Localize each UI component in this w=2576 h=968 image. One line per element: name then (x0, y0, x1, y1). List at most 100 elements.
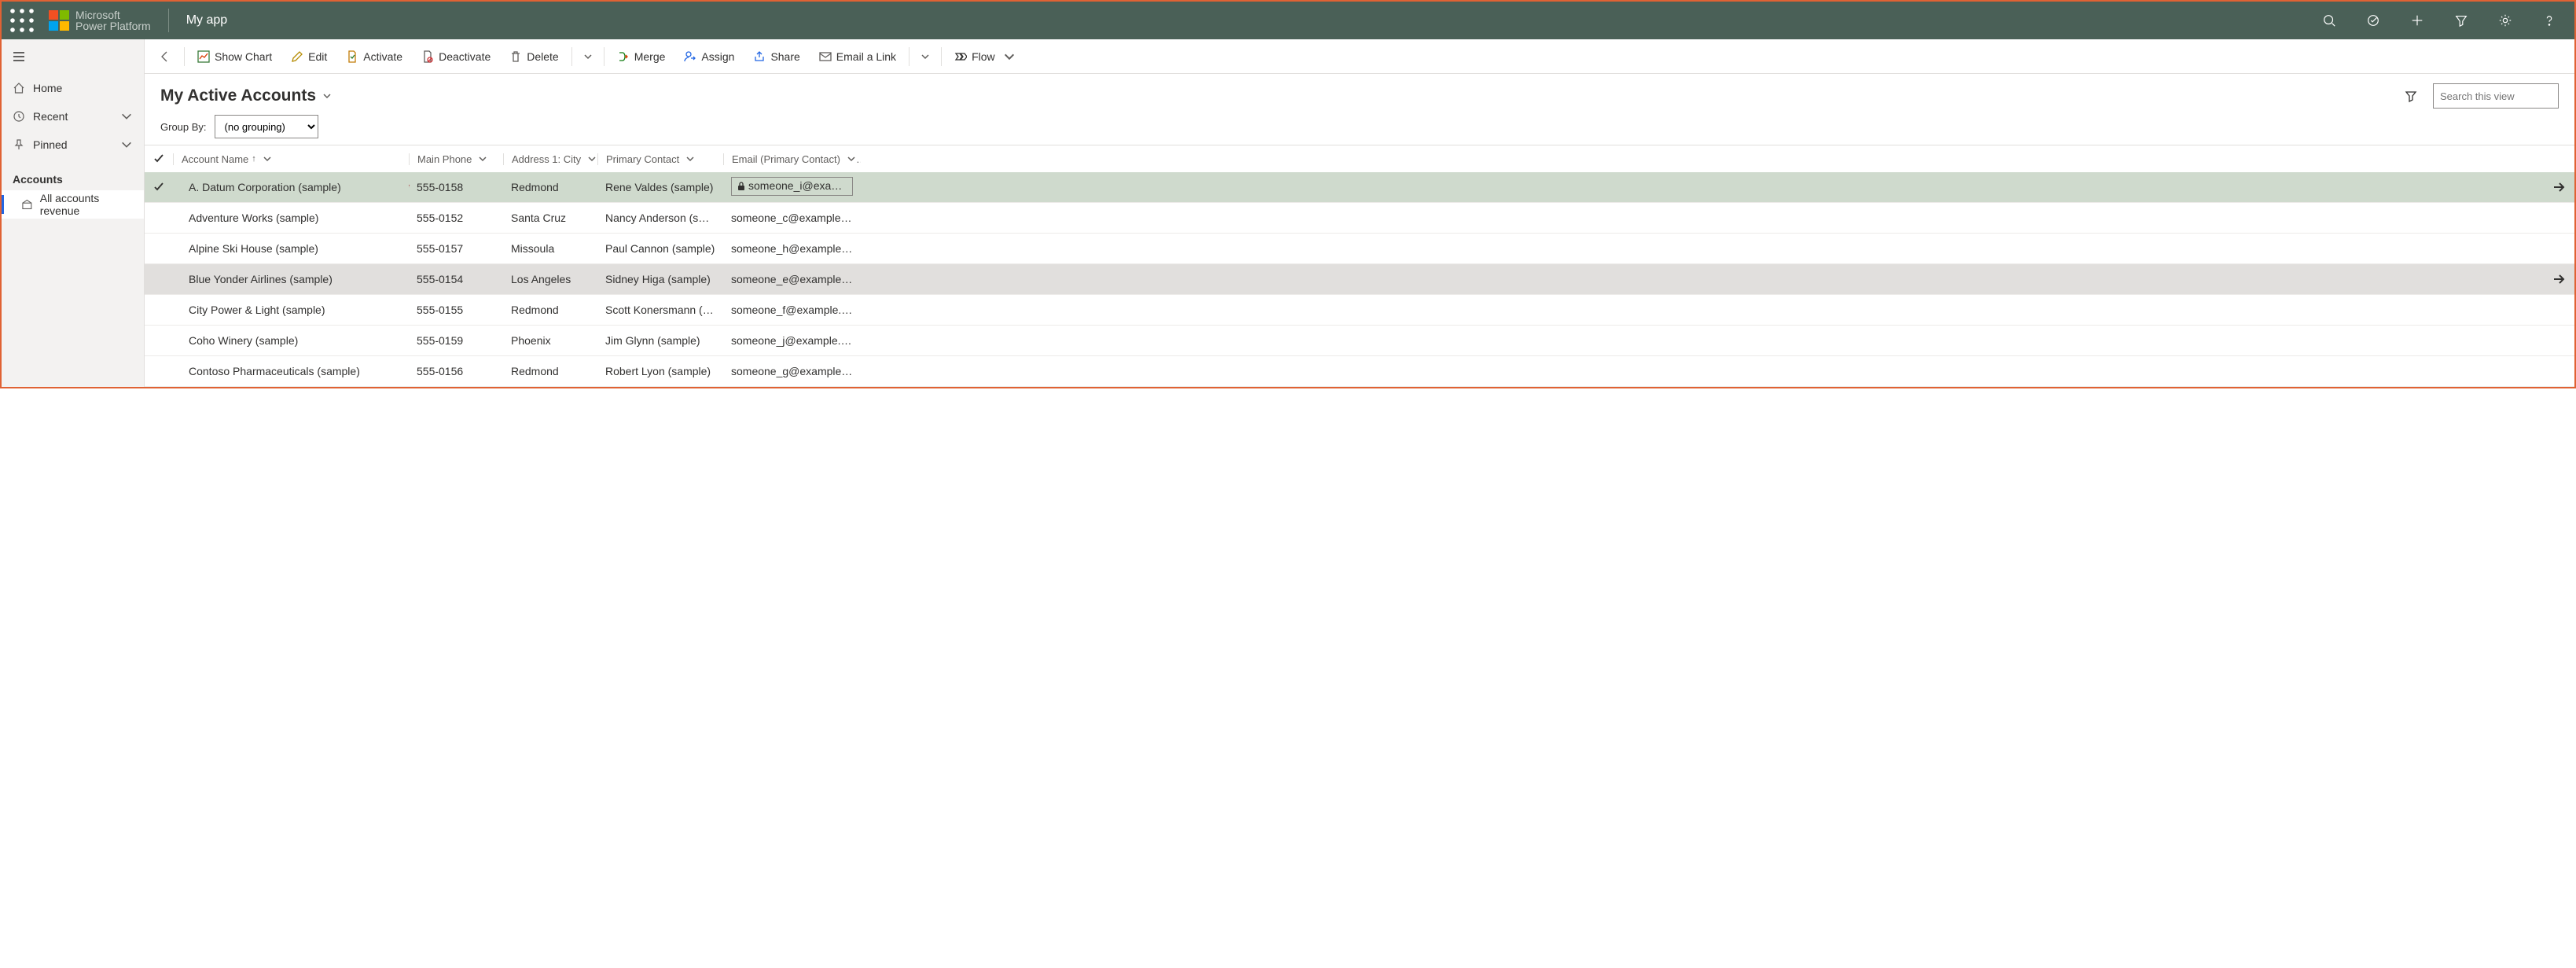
cell-name[interactable]: City Power & Light (sample) (173, 304, 409, 316)
activate-button[interactable]: Activate (338, 42, 410, 71)
share-button[interactable]: Share (745, 42, 807, 71)
grid-header-row: Account Name ↑ Main Phone Address 1: Cit… (145, 145, 2574, 172)
back-button[interactable] (151, 42, 179, 71)
sidebar-item-label: Recent (33, 110, 68, 123)
clock-icon (13, 110, 25, 123)
sidebar-group-label: Accounts (2, 159, 144, 190)
data-grid: Account Name ↑ Main Phone Address 1: Cit… (145, 145, 2574, 387)
cell-name[interactable]: A. Datum Corporation (sample) (173, 181, 409, 193)
pin-icon (13, 138, 25, 151)
chevron-down-icon (120, 138, 133, 151)
edit-button[interactable]: Edit (283, 42, 335, 71)
sidebar-item-recent[interactable]: Recent (2, 102, 144, 131)
edit-icon (291, 50, 303, 63)
chevron-down-icon (847, 154, 856, 164)
sidebar-toggle[interactable] (2, 39, 144, 74)
filter-icon[interactable] (2444, 3, 2479, 38)
cell-city: Santa Cruz (503, 212, 597, 224)
open-record-arrow[interactable] (2543, 180, 2574, 194)
view-title-text: My Active Accounts (160, 86, 316, 105)
chevron-down-icon (685, 154, 695, 164)
cell-email: someone_g@example.… (731, 365, 855, 377)
delete-menu-caret[interactable] (577, 52, 599, 61)
group-by-label: Group By: (160, 121, 207, 133)
chart-icon (197, 50, 210, 63)
command-label: Merge (634, 50, 666, 63)
email-icon (819, 50, 832, 63)
open-record-arrow[interactable] (2543, 272, 2574, 286)
required-icon: * (409, 181, 410, 193)
cell-email[interactable]: someone_i@examp… (731, 177, 853, 196)
cell-city: Phoenix (503, 334, 597, 347)
search-icon[interactable] (2312, 3, 2346, 38)
cell-name[interactable]: Contoso Pharmaceuticals (sample) (173, 365, 409, 377)
trash-icon (509, 50, 522, 63)
column-header-city[interactable]: Address 1: City (512, 153, 597, 165)
cell-name[interactable]: Alpine Ski House (sample) (173, 242, 409, 255)
show-chart-button[interactable]: Show Chart (189, 42, 280, 71)
email-menu-caret[interactable] (914, 52, 936, 61)
cell-name[interactable]: Adventure Works (sample) (173, 212, 409, 224)
cell-phone: 555-0156 (409, 365, 503, 377)
command-label: Assign (701, 50, 734, 63)
cell-contact[interactable]: Paul Cannon (sample) (597, 242, 723, 255)
group-by-select[interactable]: (no grouping) (215, 115, 318, 138)
cell-contact[interactable]: Jim Glynn (sample) (597, 334, 723, 347)
settings-icon[interactable] (2488, 3, 2523, 38)
table-row[interactable]: Alpine Ski House (sample)555-0157Missoul… (145, 234, 2574, 264)
column-header-name[interactable]: Account Name ↑ (182, 153, 272, 165)
cell-email: someone_e@example.… (731, 273, 855, 285)
flow-button[interactable]: Flow (946, 42, 1023, 71)
sidebar: Home Recent Pinned Accounts All accounts… (2, 39, 145, 387)
table-row[interactable]: Coho Winery (sample)555-0159PhoenixJim G… (145, 326, 2574, 356)
table-row[interactable]: A. Datum Corporation (sample)*555-0158 Re… (145, 172, 2574, 203)
sidebar-item-home[interactable]: Home (2, 74, 144, 102)
table-row[interactable]: Blue Yonder Airlines (sample)555-0154Los… (145, 264, 2574, 295)
delete-button[interactable]: Delete (502, 42, 566, 71)
command-label: Activate (363, 50, 402, 63)
merge-button[interactable]: Merge (609, 42, 674, 71)
column-header-phone[interactable]: Main Phone (417, 153, 487, 165)
table-row[interactable]: Contoso Pharmaceuticals (sample)555-0156… (145, 356, 2574, 387)
table-row[interactable]: City Power & Light (sample)555-0155Redmo… (145, 295, 2574, 326)
chevron-down-icon (587, 154, 597, 164)
sidebar-item-pinned[interactable]: Pinned (2, 131, 144, 159)
help-icon[interactable] (2532, 3, 2567, 38)
sidebar-item-label: Pinned (33, 138, 68, 151)
column-header-text: Address 1: City (512, 153, 581, 165)
sidebar-item-all-accounts-revenue[interactable]: All accounts revenue (2, 190, 144, 219)
cell-name[interactable]: Blue Yonder Airlines (sample) (173, 273, 409, 285)
cell-contact[interactable]: Robert Lyon (sample) (597, 365, 723, 377)
row-checkbox[interactable] (145, 182, 173, 193)
command-bar: Show Chart Edit Activate Deactivate Dele… (145, 39, 2574, 74)
chevron-down-icon (1003, 50, 1016, 63)
title-bar: Microsoft Power Platform My app (2, 2, 2574, 39)
microsoft-logo-icon (49, 10, 69, 31)
cell-contact[interactable]: Scott Konersmann (sa… (597, 304, 723, 316)
sidebar-item-label: All accounts revenue (40, 192, 133, 217)
app-launcher-icon[interactable] (9, 8, 35, 33)
column-header-contact[interactable]: Primary Contact (606, 153, 695, 165)
cell-phone: *555-0158 (409, 181, 503, 193)
table-row[interactable]: Adventure Works (sample)555-0152Santa Cr… (145, 203, 2574, 234)
cell-name[interactable]: Coho Winery (sample) (173, 334, 409, 347)
search-view-input[interactable] (2433, 83, 2559, 109)
chevron-down-icon (322, 91, 332, 101)
cell-contact[interactable]: Sidney Higa (sample) (597, 273, 723, 285)
cell-contact[interactable]: Rene Valdes (sample) (597, 181, 723, 193)
command-label: Delete (527, 50, 558, 63)
home-icon (13, 82, 25, 94)
brand-text: Microsoft Power Platform (75, 9, 151, 31)
cell-contact[interactable]: Nancy Anderson (sam… (597, 212, 723, 224)
view-title-dropdown[interactable]: My Active Accounts (160, 86, 332, 105)
assign-button[interactable]: Assign (676, 42, 742, 71)
column-header-email[interactable]: Email (Primary Contact) (732, 153, 856, 165)
add-icon[interactable] (2400, 3, 2435, 38)
email-link-button[interactable]: Email a Link (811, 42, 904, 71)
view-filter-icon[interactable] (2398, 83, 2423, 109)
cell-city: Los Angeles (503, 273, 597, 285)
select-all-checkbox[interactable] (145, 153, 173, 164)
task-icon[interactable] (2356, 3, 2390, 38)
share-icon (753, 50, 766, 63)
deactivate-button[interactable]: Deactivate (413, 42, 498, 71)
